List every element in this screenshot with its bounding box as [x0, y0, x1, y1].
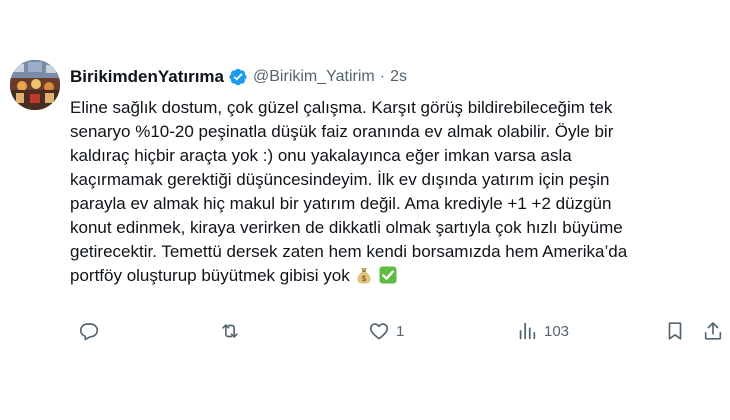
share-icon	[704, 322, 722, 340]
tweet-text-line: kaldıraç hiçbir araçta yok :) onu yakala…	[70, 146, 572, 165]
money-bag-icon: $	[354, 265, 374, 285]
reply-button[interactable]	[78, 319, 106, 343]
tweet-text-line: kaçırmamak gerektiği düşüncesindeyim. İl…	[70, 170, 610, 189]
reply-icon	[79, 323, 99, 341]
separator-dot: ·	[379, 68, 386, 85]
bookmark-button[interactable]	[664, 319, 686, 343]
tweet-text-line: konut edinmek, kiraya verirken de dikkat…	[70, 218, 623, 237]
svg-text:$: $	[361, 274, 366, 283]
display-name[interactable]: BirikimdenYatırıma	[70, 66, 224, 88]
tweet-text-line: getirecektir. Temettü dersek zaten hem k…	[70, 242, 628, 261]
tweet-text-last-line: portföy oluşturup büyütmek gibisi yok $	[70, 264, 720, 288]
tweet-content: BirikimdenYatırıma @Birikim_Yatirim · 2s…	[70, 66, 720, 288]
user-handle[interactable]: @Birikim_Yatirim	[253, 66, 375, 88]
tweet-text-line: parayla ev almak hiç makul bir yatırım d…	[70, 194, 612, 213]
tweet-text-line: senaryo %10-20 peşinatla düşük faiz oran…	[70, 122, 614, 141]
tweet-text-line: Eline sağlık dostum, çok güzel çalışma. …	[70, 98, 613, 117]
tweet-text: Eline sağlık dostum, çok güzel çalışma. …	[70, 96, 720, 288]
timestamp[interactable]: 2s	[390, 66, 407, 88]
verified-badge-icon[interactable]	[228, 67, 248, 87]
views-button[interactable]: 103	[516, 319, 569, 343]
share-button[interactable]	[702, 319, 724, 343]
tweet-actions: 1 103	[78, 319, 722, 343]
avatar[interactable]	[10, 60, 60, 110]
retweet-icon	[222, 324, 238, 338]
retweet-button[interactable]	[219, 319, 247, 343]
bookmark-icon	[668, 322, 682, 340]
bar-chart-icon	[519, 322, 536, 340]
like-button[interactable]: 1	[368, 319, 404, 343]
heart-icon	[369, 323, 389, 340]
views-count: 103	[544, 322, 570, 340]
like-count: 1	[396, 322, 405, 340]
avatar-image	[10, 60, 60, 110]
tweet-text-line: portföy oluşturup büyütmek gibisi yok	[70, 266, 350, 285]
tweet-header: BirikimdenYatırıma @Birikim_Yatirim · 2s	[70, 66, 720, 88]
check-mark-button-icon	[378, 265, 398, 285]
